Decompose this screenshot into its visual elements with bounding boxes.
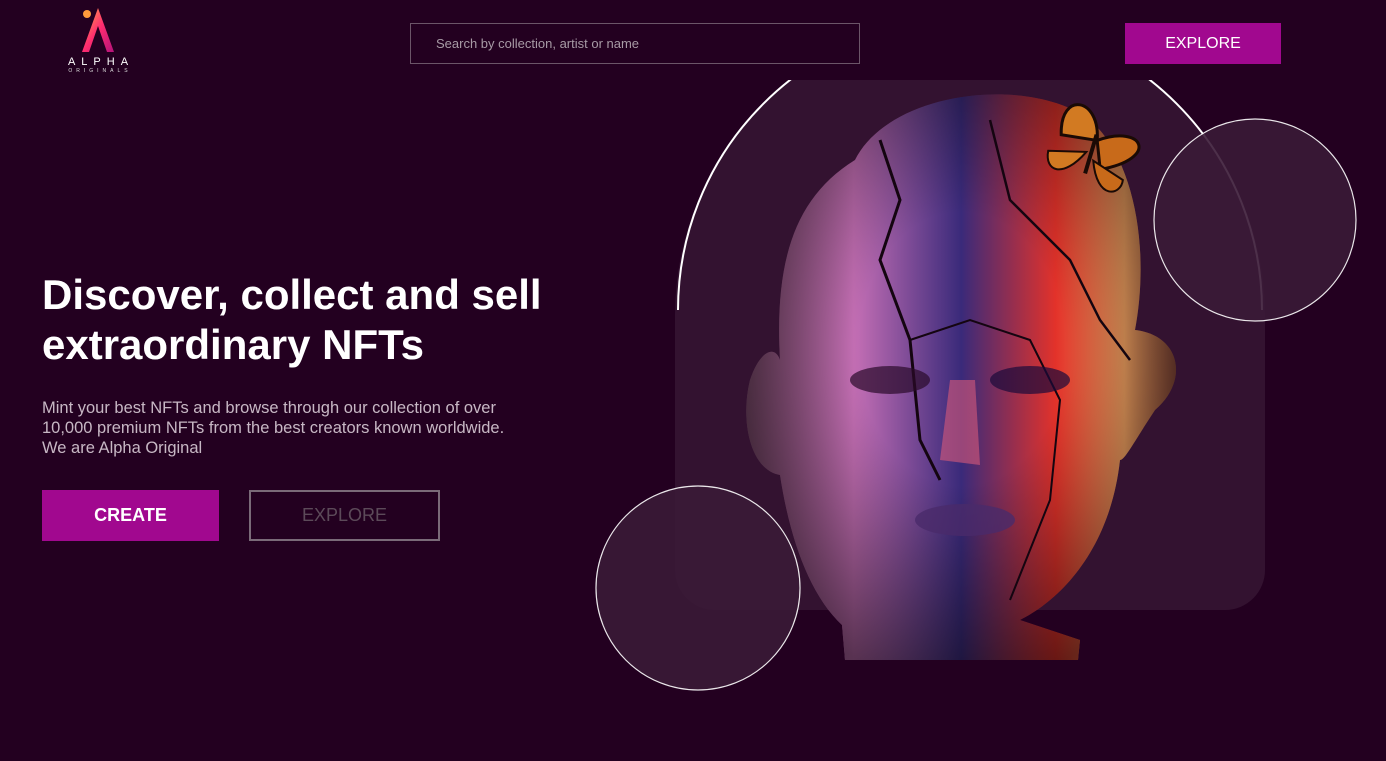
headline-line-1: Discover, collect and sell [42, 271, 542, 318]
brand-name: ALPHA [67, 56, 135, 68]
brand-sub: ORIGINALS [68, 68, 132, 74]
alpha-logo-icon [82, 8, 114, 52]
headline-line-2: extraordinary NFTs [42, 321, 424, 368]
search-input[interactable] [436, 36, 859, 51]
hero-explore-button[interactable]: EXPLORE [249, 490, 440, 541]
desc-line-1: Mint your best NFTs and browse through o… [42, 399, 496, 417]
hero-artwork [595, 80, 1357, 691]
brand-logo[interactable]: ALPHA ORIGINALS [52, 6, 144, 78]
create-button[interactable]: CREATE [42, 490, 219, 541]
desc-line-2: 10,000 premium NFTs from the best creato… [42, 419, 505, 437]
hero-description: Mint your best NFTs and browse through o… [42, 398, 562, 458]
hero-headline: Discover, collect and sell extraordinary… [42, 270, 602, 370]
header-explore-button[interactable]: EXPLORE [1125, 23, 1281, 64]
desc-line-3: We are Alpha Original [42, 439, 203, 457]
search-bar[interactable] [410, 23, 860, 64]
circle-bottom-left [595, 485, 801, 691]
circle-top-right [1153, 118, 1357, 322]
